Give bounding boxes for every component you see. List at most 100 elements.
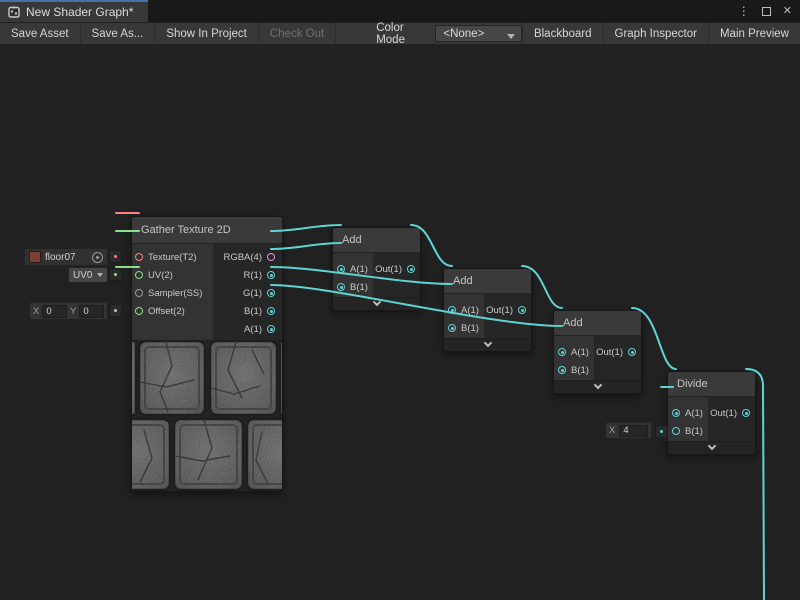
tab-title: New Shader Graph*	[26, 5, 133, 19]
input-port-b[interactable]	[337, 283, 345, 291]
texture-thumbnail	[29, 251, 41, 263]
port-label: B(1)	[461, 323, 479, 334]
graph-canvas[interactable]: floor07 UV0 X 0 Y 0 Gather Texture 2D Te…	[0, 44, 800, 600]
node-title[interactable]: Add	[333, 228, 420, 253]
shader-graph-toolbar: Save Asset Save As... Show In Project Ch…	[0, 22, 800, 44]
texture-preview-image	[132, 340, 282, 491]
output-port-out[interactable]	[628, 348, 636, 356]
output-port-rgba[interactable]	[267, 253, 275, 261]
texture-port-stub[interactable]	[109, 250, 122, 263]
texture-object-field[interactable]: floor07	[24, 248, 108, 266]
input-port-texture[interactable]	[135, 253, 143, 261]
port-label: A(1)	[350, 264, 368, 275]
port-label: Out(1)	[710, 408, 737, 419]
output-port-out[interactable]	[407, 265, 415, 273]
chevron-down-icon	[707, 442, 715, 450]
input-port-a[interactable]	[448, 306, 456, 314]
texture-name: floor07	[45, 252, 88, 263]
offset-vector2-field: X 0 Y 0	[29, 302, 108, 320]
output-port-out[interactable]	[742, 409, 750, 417]
port-label: Texture(T2)	[148, 252, 197, 263]
show-in-project-button[interactable]: Show In Project	[155, 23, 259, 44]
input-port-b[interactable]	[672, 427, 680, 435]
output-port-a[interactable]	[267, 325, 275, 333]
node-gather-texture-2d[interactable]: Gather Texture 2D Texture(T2) UV(2) Samp…	[131, 216, 283, 492]
node-add-1[interactable]: Add A(1) B(1) Out(1)	[332, 227, 421, 311]
port-label: Offset(2)	[148, 306, 185, 317]
port-label: B(1)	[350, 282, 368, 293]
port-label: Sampler(SS)	[148, 288, 202, 299]
node-divide[interactable]: Divide A(1) B(1) Out(1)	[667, 371, 756, 455]
preview-expander-button[interactable]	[668, 441, 755, 454]
port-label: A(1)	[571, 347, 589, 358]
port-label: G(1)	[243, 288, 262, 299]
color-mode-dropdown[interactable]: <None>	[435, 25, 522, 42]
chevron-down-icon	[372, 298, 380, 306]
shader-graph-icon	[8, 6, 20, 18]
divide-b-input[interactable]: 4	[619, 425, 648, 437]
port-label: B(1)	[244, 306, 262, 317]
output-port-g[interactable]	[267, 289, 275, 297]
uv-channel-dropdown[interactable]: UV0	[68, 267, 108, 283]
chevron-down-icon	[97, 273, 103, 277]
port-label: B(1)	[571, 365, 589, 376]
input-port-b[interactable]	[558, 366, 566, 374]
divide-b-x-label: X	[609, 425, 615, 436]
output-port-r[interactable]	[267, 271, 275, 279]
offset-port-stub[interactable]	[109, 304, 122, 317]
port-label: Out(1)	[375, 264, 402, 275]
divide-b-float-field: X 4	[605, 422, 652, 439]
chevron-down-icon	[507, 34, 515, 39]
graph-inspector-toggle-button[interactable]: Graph Inspector	[603, 23, 708, 44]
offset-y-label: Y	[70, 306, 76, 317]
port-label: A(1)	[685, 408, 703, 419]
offset-x-label: X	[33, 306, 39, 317]
uv-channel-value: UV0	[73, 270, 92, 281]
input-port-b[interactable]	[448, 324, 456, 332]
check-out-button: Check Out	[259, 23, 336, 44]
divide-b-port-stub[interactable]	[655, 425, 668, 438]
node-title[interactable]: Gather Texture 2D	[132, 217, 282, 244]
node-title[interactable]: Add	[554, 311, 641, 336]
color-mode-label: Color Mode	[368, 23, 435, 44]
window-menu-icon[interactable]: ⋮	[738, 5, 750, 17]
input-port-a[interactable]	[337, 265, 345, 273]
maximize-icon[interactable]	[762, 7, 771, 16]
color-mode-value: <None>	[443, 28, 484, 40]
input-port-a[interactable]	[672, 409, 680, 417]
input-port-a[interactable]	[558, 348, 566, 356]
input-port-offset[interactable]	[135, 307, 143, 315]
save-asset-button[interactable]: Save Asset	[0, 23, 81, 44]
port-label: Out(1)	[486, 305, 513, 316]
offset-x-input[interactable]: 0	[42, 305, 67, 318]
object-picker-icon[interactable]	[92, 252, 103, 263]
node-add-3[interactable]: Add A(1) B(1) Out(1)	[553, 310, 642, 394]
port-label: Out(1)	[596, 347, 623, 358]
port-label: A(1)	[244, 324, 262, 335]
uv-port-stub[interactable]	[109, 268, 122, 281]
port-label: B(1)	[685, 426, 703, 437]
preview-expander-button[interactable]	[444, 338, 531, 351]
title-bar: New Shader Graph* ⋮ ✕	[0, 0, 800, 22]
input-port-uv[interactable]	[135, 271, 143, 279]
output-port-out[interactable]	[518, 306, 526, 314]
offset-y-input[interactable]: 0	[79, 305, 104, 318]
preview-expander-button[interactable]	[333, 297, 420, 310]
chevron-down-icon	[593, 381, 601, 389]
input-port-sampler[interactable]	[135, 289, 143, 297]
main-preview-toggle-button[interactable]: Main Preview	[708, 23, 800, 44]
node-title[interactable]: Add	[444, 269, 531, 294]
port-label: A(1)	[461, 305, 479, 316]
preview-expander-button[interactable]	[554, 380, 641, 393]
port-label: UV(2)	[148, 270, 173, 281]
close-icon[interactable]: ✕	[783, 6, 792, 17]
node-add-2[interactable]: Add A(1) B(1) Out(1)	[443, 268, 532, 352]
port-label: R(1)	[244, 270, 262, 281]
port-label: RGBA(4)	[223, 252, 262, 263]
blackboard-toggle-button[interactable]: Blackboard	[522, 23, 603, 44]
node-title[interactable]: Divide	[668, 372, 755, 397]
chevron-down-icon	[483, 339, 491, 347]
save-as-button[interactable]: Save As...	[81, 23, 156, 44]
tab-shader-graph[interactable]: New Shader Graph*	[0, 0, 148, 22]
output-port-b[interactable]	[267, 307, 275, 315]
